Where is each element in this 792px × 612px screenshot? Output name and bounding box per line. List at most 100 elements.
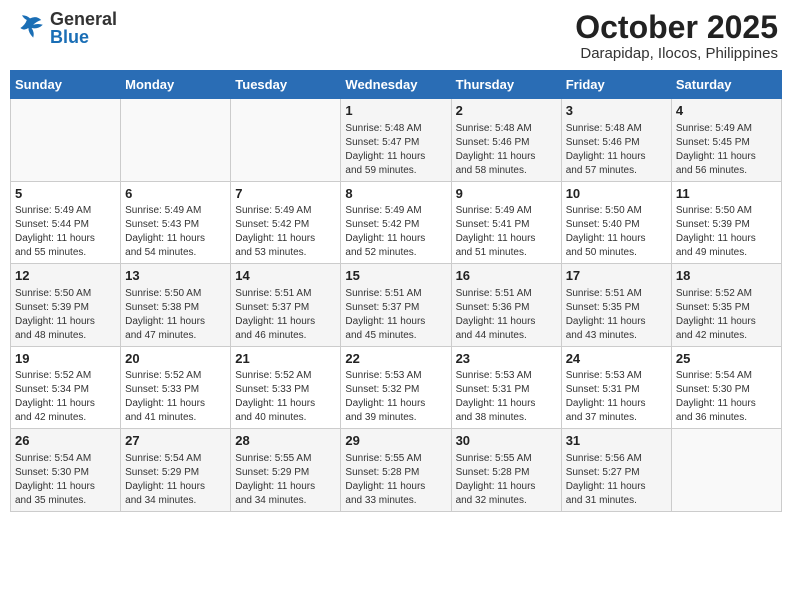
day-number: 31 xyxy=(566,432,667,450)
calendar-cell: 30 Sunrise: 5:55 AM Sunset: 5:28 PM Dayli… xyxy=(451,429,561,512)
day-number: 25 xyxy=(676,350,777,368)
day-number: 29 xyxy=(345,432,446,450)
day-number: 16 xyxy=(456,267,557,285)
day-info: Sunrise: 5:49 AM Sunset: 5:41 PM Dayligh… xyxy=(456,204,557,260)
calendar-cell: 10Sunrise: 5:50 AM Sunset: 5:40 PM Dayli… xyxy=(561,181,671,264)
calendar-cell: 27Sunrise: 5:54 AM Sunset: 5:29 PM Dayli… xyxy=(121,429,231,512)
day-info: Sunrise: 5:52 AM Sunset: 5:33 PM Dayligh… xyxy=(125,369,226,425)
calendar-cell: 8Sunrise: 5:49 AM Sunset: 5:42 PM Daylig… xyxy=(341,181,451,264)
day-number: 12 xyxy=(15,267,116,285)
day-number: 30 xyxy=(456,432,557,450)
calendar-cell: 14Sunrise: 5:51 AM Sunset: 5:37 PM Dayli… xyxy=(231,264,341,347)
calendar-week-row: 5Sunrise: 5:49 AM Sunset: 5:44 PM Daylig… xyxy=(11,181,782,264)
day-of-week-header: Wednesday xyxy=(341,71,451,99)
day-info: Sunrise: 5:53 AM Sunset: 5:31 PM Dayligh… xyxy=(566,369,667,425)
day-info: Sunrise: 5:50 AM Sunset: 5:39 PM Dayligh… xyxy=(15,287,116,343)
calendar-cell: 26 Sunrise: 5:54 AM Sunset: 5:30 PM Dayli… xyxy=(11,429,121,512)
day-number: 17 xyxy=(566,267,667,285)
calendar-cell: 22Sunrise: 5:53 AM Sunset: 5:32 PM Dayli… xyxy=(341,346,451,429)
calendar-week-row: 1Sunrise: 5:48 AM Sunset: 5:47 PM Daylig… xyxy=(11,99,782,182)
day-info: Sunrise: 5:53 AM Sunset: 5:32 PM Dayligh… xyxy=(345,369,446,425)
calendar-cell: 31 Sunrise: 5:56 AM Sunset: 5:27 PM Dayli… xyxy=(561,429,671,512)
calendar-cell: 4Sunrise: 5:49 AM Sunset: 5:45 PM Daylig… xyxy=(671,99,781,182)
calendar-cell: 20Sunrise: 5:52 AM Sunset: 5:33 PM Dayli… xyxy=(121,346,231,429)
logo-blue-text: Blue xyxy=(50,28,117,46)
calendar-body: 1Sunrise: 5:48 AM Sunset: 5:47 PM Daylig… xyxy=(11,99,782,512)
day-number: 2 xyxy=(456,102,557,120)
day-number: 15 xyxy=(345,267,446,285)
calendar-header: SundayMondayTuesdayWednesdayThursdayFrid… xyxy=(11,71,782,99)
page-header: General Blue October 2025 Darapidap, Ilo… xyxy=(10,10,782,62)
day-number: 7 xyxy=(235,185,336,203)
day-number: 20 xyxy=(125,350,226,368)
day-info: Sunrise: 5:54 AM Sunset: 5:30 PM Dayligh… xyxy=(676,369,777,425)
logo: General Blue xyxy=(14,10,117,46)
calendar-cell: 28 Sunrise: 5:55 AM Sunset: 5:29 PM Dayli… xyxy=(231,429,341,512)
day-number: 1 xyxy=(345,102,446,120)
day-of-week-header: Friday xyxy=(561,71,671,99)
calendar-week-row: 19Sunrise: 5:52 AM Sunset: 5:34 PM Dayli… xyxy=(11,346,782,429)
day-number: 13 xyxy=(125,267,226,285)
day-number: 21 xyxy=(235,350,336,368)
calendar-cell: 17 Sunrise: 5:51 AM Sunset: 5:35 PM Dayli… xyxy=(561,264,671,347)
day-info: Sunrise: 5:49 AM Sunset: 5:42 PM Dayligh… xyxy=(235,204,336,260)
calendar-cell: 16 Sunrise: 5:51 AM Sunset: 5:36 PM Dayli… xyxy=(451,264,561,347)
day-number: 10 xyxy=(566,185,667,203)
calendar-cell: 13Sunrise: 5:50 AM Sunset: 5:38 PM Dayli… xyxy=(121,264,231,347)
calendar-cell: 1Sunrise: 5:48 AM Sunset: 5:47 PM Daylig… xyxy=(341,99,451,182)
calendar-cell: 15 Sunrise: 5:51 AM Sunset: 5:37 PM Dayli… xyxy=(341,264,451,347)
day-of-week-header: Saturday xyxy=(671,71,781,99)
calendar-table: SundayMondayTuesdayWednesdayThursdayFrid… xyxy=(10,70,782,512)
calendar-week-row: 26 Sunrise: 5:54 AM Sunset: 5:30 PM Dayli… xyxy=(11,429,782,512)
calendar-cell: 3Sunrise: 5:48 AM Sunset: 5:46 PM Daylig… xyxy=(561,99,671,182)
logo-bird-icon xyxy=(14,12,46,44)
calendar-cell xyxy=(11,99,121,182)
days-of-week-row: SundayMondayTuesdayWednesdayThursdayFrid… xyxy=(11,71,782,99)
calendar-cell: 12 Sunrise: 5:50 AM Sunset: 5:39 PM Dayli… xyxy=(11,264,121,347)
day-number: 11 xyxy=(676,185,777,203)
day-info: Sunrise: 5:49 AM Sunset: 5:44 PM Dayligh… xyxy=(15,204,116,260)
day-of-week-header: Tuesday xyxy=(231,71,341,99)
calendar-cell: 18 Sunrise: 5:52 AM Sunset: 5:35 PM Dayli… xyxy=(671,264,781,347)
day-number: 4 xyxy=(676,102,777,120)
calendar-cell xyxy=(671,429,781,512)
day-number: 26 xyxy=(15,432,116,450)
day-info: Sunrise: 5:52 AM Sunset: 5:34 PM Dayligh… xyxy=(15,369,116,425)
day-info: Sunrise: 5:55 AM Sunset: 5:28 PM Dayligh… xyxy=(456,452,557,508)
calendar-week-row: 12 Sunrise: 5:50 AM Sunset: 5:39 PM Dayli… xyxy=(11,264,782,347)
day-info: Sunrise: 5:56 AM Sunset: 5:27 PM Dayligh… xyxy=(566,452,667,508)
calendar-cell: 11Sunrise: 5:50 AM Sunset: 5:39 PM Dayli… xyxy=(671,181,781,264)
day-number: 9 xyxy=(456,185,557,203)
day-info: Sunrise: 5:51 AM Sunset: 5:36 PM Dayligh… xyxy=(456,287,557,343)
calendar-cell: 25Sunrise: 5:54 AM Sunset: 5:30 PM Dayli… xyxy=(671,346,781,429)
calendar-cell xyxy=(121,99,231,182)
location-text: Darapidap, Ilocos, Philippines xyxy=(575,45,778,62)
calendar-cell: 21Sunrise: 5:52 AM Sunset: 5:33 PM Dayli… xyxy=(231,346,341,429)
day-info: Sunrise: 5:54 AM Sunset: 5:29 PM Dayligh… xyxy=(125,452,226,508)
day-info: Sunrise: 5:48 AM Sunset: 5:46 PM Dayligh… xyxy=(566,122,667,178)
day-number: 6 xyxy=(125,185,226,203)
calendar-cell: 29Sunrise: 5:55 AM Sunset: 5:28 PM Dayli… xyxy=(341,429,451,512)
day-of-week-header: Thursday xyxy=(451,71,561,99)
day-info: Sunrise: 5:55 AM Sunset: 5:29 PM Dayligh… xyxy=(235,452,336,508)
calendar-cell: 24Sunrise: 5:53 AM Sunset: 5:31 PM Dayli… xyxy=(561,346,671,429)
calendar-cell: 6Sunrise: 5:49 AM Sunset: 5:43 PM Daylig… xyxy=(121,181,231,264)
calendar-cell: 9Sunrise: 5:49 AM Sunset: 5:41 PM Daylig… xyxy=(451,181,561,264)
logo-general-text: General xyxy=(50,10,117,28)
day-info: Sunrise: 5:51 AM Sunset: 5:37 PM Dayligh… xyxy=(345,287,446,343)
day-info: Sunrise: 5:51 AM Sunset: 5:37 PM Dayligh… xyxy=(235,287,336,343)
day-of-week-header: Sunday xyxy=(11,71,121,99)
day-info: Sunrise: 5:54 AM Sunset: 5:30 PM Dayligh… xyxy=(15,452,116,508)
day-info: Sunrise: 5:50 AM Sunset: 5:40 PM Dayligh… xyxy=(566,204,667,260)
calendar-cell: 5Sunrise: 5:49 AM Sunset: 5:44 PM Daylig… xyxy=(11,181,121,264)
day-number: 28 xyxy=(235,432,336,450)
day-number: 18 xyxy=(676,267,777,285)
calendar-cell: 19Sunrise: 5:52 AM Sunset: 5:34 PM Dayli… xyxy=(11,346,121,429)
day-info: Sunrise: 5:53 AM Sunset: 5:31 PM Dayligh… xyxy=(456,369,557,425)
day-info: Sunrise: 5:51 AM Sunset: 5:35 PM Dayligh… xyxy=(566,287,667,343)
day-info: Sunrise: 5:49 AM Sunset: 5:42 PM Dayligh… xyxy=(345,204,446,260)
day-number: 8 xyxy=(345,185,446,203)
day-number: 23 xyxy=(456,350,557,368)
calendar-cell: 23Sunrise: 5:53 AM Sunset: 5:31 PM Dayli… xyxy=(451,346,561,429)
day-info: Sunrise: 5:52 AM Sunset: 5:35 PM Dayligh… xyxy=(676,287,777,343)
